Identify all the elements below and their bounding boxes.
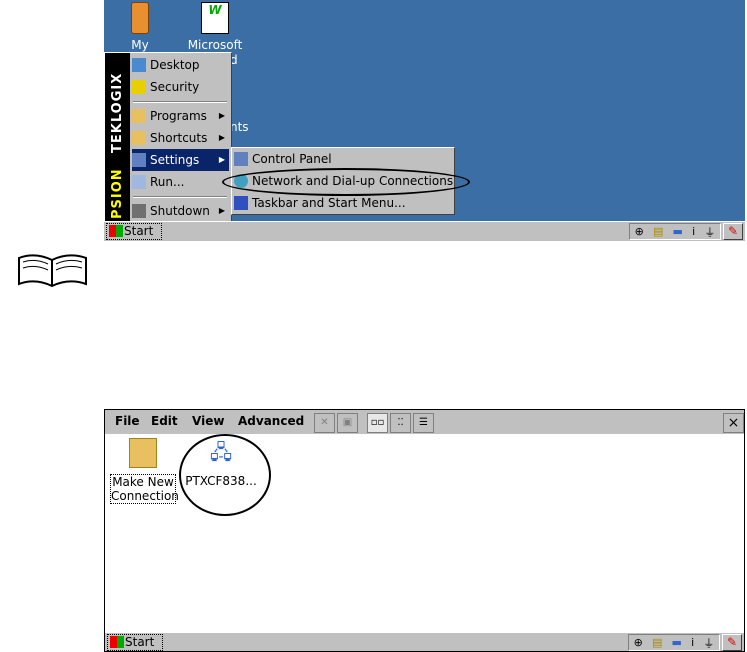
submenu-arrow-icon: ▶ (218, 111, 225, 120)
note-book-icon (15, 250, 90, 290)
submenu-arrow-icon: ▶ (218, 133, 225, 142)
desktop-icon (132, 58, 146, 72)
start-menu-run[interactable]: Run... (132, 171, 229, 193)
system-tray: ⊕ ▤ ▬ i ⏚ (629, 223, 721, 240)
submenu-arrow-icon: ▶ (218, 155, 225, 164)
start-menu-desktop[interactable]: Desktop (132, 54, 229, 76)
highlight-ellipse (222, 168, 470, 196)
info-icon[interactable]: i (692, 225, 695, 238)
folder-icon (132, 109, 146, 123)
settings-icon (132, 153, 146, 167)
pda-icon (131, 2, 149, 34)
taskbar: Start ⊕ ▤ ▬ i ⏚ ✎ (104, 221, 745, 241)
start-menu-shortcuts[interactable]: Shortcuts ▶ (132, 127, 229, 149)
delete-button[interactable]: ✕ (314, 413, 335, 433)
folder-icon (132, 131, 146, 145)
taskbar: Start ⊕ ▤ ▬ i ⏚ ✎ (105, 632, 744, 651)
color-wheel-icon[interactable]: ⊕ (634, 636, 643, 649)
menu-separator (133, 196, 227, 198)
start-menu-settings[interactable]: Settings ▶ (132, 149, 229, 171)
start-menu: TEKLOGIX PSION Desktop Security Programs… (104, 52, 232, 222)
new-connection-icon (129, 438, 157, 468)
menu-separator (133, 101, 227, 103)
power-plug-icon[interactable]: ⏚ (703, 635, 714, 651)
menu-advanced[interactable]: Advanced (238, 414, 304, 428)
network-connections-screenshot: File Edit View Advanced ✕ ▣ ▫▫ ⁚⁚ ☰ × Ma… (104, 409, 745, 652)
details-button[interactable]: ☰ (413, 413, 434, 433)
large-icons-button[interactable]: ▫▫ (367, 413, 388, 433)
taskbar-icon (234, 196, 248, 210)
pen-icon[interactable]: ✎ (723, 223, 743, 240)
menu-file[interactable]: File (115, 414, 140, 428)
submenu-arrow-icon: ▶ (218, 206, 225, 215)
start-button[interactable]: Start (106, 223, 162, 240)
control-panel-icon (234, 152, 248, 166)
start-menu-screenshot: My Device W Microsoft d nts TEKLOGIX PSI… (104, 0, 745, 241)
menu-bar: File Edit View Advanced ✕ ▣ ▫▫ ⁚⁚ ☰ × (105, 410, 744, 434)
shutdown-icon (132, 204, 146, 218)
highlight-circle (179, 434, 271, 516)
run-icon (132, 175, 146, 189)
network-status-icon[interactable]: ▬ (673, 225, 683, 238)
make-new-connection-item[interactable]: Make New Connection (110, 438, 179, 504)
submenu-control-panel[interactable]: Control Panel (234, 148, 332, 170)
start-menu-programs[interactable]: Programs ▶ (132, 105, 229, 127)
menu-edit[interactable]: Edit (151, 414, 178, 428)
properties-button[interactable]: ▣ (337, 413, 358, 433)
document-icon: W (201, 2, 229, 34)
pen-icon[interactable]: ✎ (722, 634, 742, 651)
start-menu-security[interactable]: Security (132, 76, 229, 98)
system-tray: ⊕ ▤ ▬ i ⏚ (628, 634, 720, 651)
battery-icon[interactable]: ▤ (653, 225, 663, 238)
small-icons-button[interactable]: ⁚⁚ (390, 413, 411, 433)
start-button[interactable]: Start (107, 634, 163, 651)
close-button[interactable]: × (723, 413, 744, 433)
menu-view[interactable]: View (192, 414, 224, 428)
desktop-icon-wordpad[interactable]: W Microsoft d (180, 2, 250, 67)
start-menu-shutdown[interactable]: Shutdown ▶ (132, 200, 229, 222)
color-wheel-icon[interactable]: ⊕ (635, 225, 644, 238)
windows-logo-icon (110, 636, 124, 648)
desktop-icon-label-partial: nts (230, 120, 249, 134)
windows-logo-icon (109, 225, 123, 237)
brand-band: TEKLOGIX PSION (105, 53, 130, 221)
lock-icon (132, 80, 146, 94)
info-icon[interactable]: i (691, 636, 694, 649)
network-status-icon[interactable]: ▬ (672, 636, 682, 649)
battery-icon[interactable]: ▤ (652, 636, 662, 649)
power-plug-icon[interactable]: ⏚ (704, 224, 715, 240)
